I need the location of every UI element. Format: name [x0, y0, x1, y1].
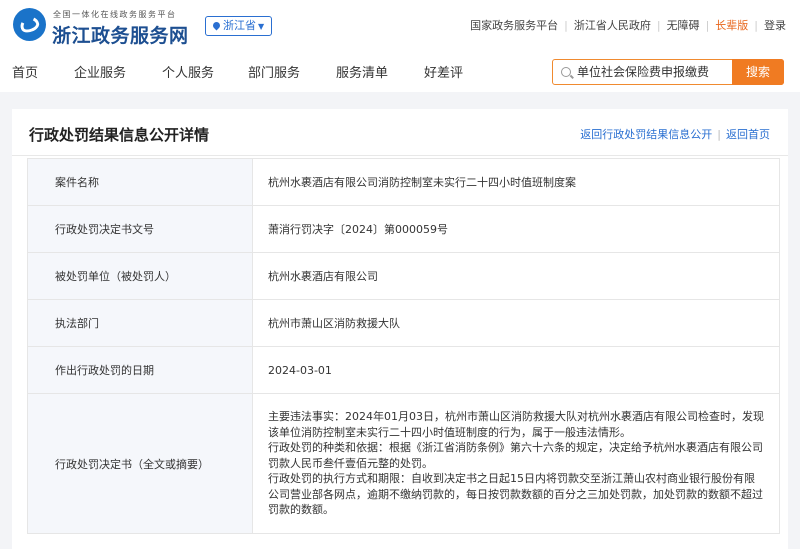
nav-home[interactable]: 首页 [12, 62, 38, 81]
table-row: 执法部门 杭州市萧山区消防救援大队 [27, 299, 780, 347]
field-value: 主要违法事实：2024年01月03日，杭州市萧山区消防救援大队对杭州水裹酒店有限… [252, 393, 780, 534]
search-button[interactable]: 搜索 [732, 59, 784, 85]
region-selector[interactable]: 浙江省 ▼ [205, 16, 273, 36]
search-icon [561, 67, 571, 77]
link-provincial-government[interactable]: 浙江省人民政府 [574, 17, 651, 33]
brand-title[interactable]: 浙江政务服务网 [52, 21, 189, 48]
field-value: 杭州水裹酒店有限公司消防控制室未实行二十四小时值班制度案 [252, 158, 780, 206]
field-value: 杭州市萧山区消防救援大队 [252, 299, 780, 347]
divider: | [717, 128, 721, 141]
table-row: 被处罚单位（被处罚人） 杭州水裹酒店有限公司 [27, 252, 780, 300]
link-national-platform[interactable]: 国家政务服务平台 [470, 17, 558, 33]
link-accessibility[interactable]: 无障碍 [667, 17, 700, 33]
nav-enterprise[interactable]: 企业服务 [74, 62, 126, 81]
search-box: 搜索 [552, 59, 784, 85]
table-row: 作出行政处罚的日期 2024-03-01 [27, 346, 780, 394]
field-label: 作出行政处罚的日期 [27, 346, 253, 394]
field-value: 2024-03-01 [252, 346, 780, 394]
nav-rating[interactable]: 好差评 [424, 62, 463, 81]
table-row: 行政处罚决定书文号 萧消行罚决字〔2024〕第000059号 [27, 205, 780, 253]
back-links: 返回行政处罚结果信息公开 | 返回首页 [580, 126, 770, 142]
execution-method: 行政处罚的执行方式和期限：自收到决定书之日起15日内将罚款交至浙江萧山农村商业银… [268, 472, 763, 517]
field-label: 被处罚单位（被处罚人） [27, 252, 253, 300]
brand-subtitle: 全国一体化在线政务服务平台 [53, 10, 177, 19]
table-row: 行政处罚决定书（全文或摘要） 主要违法事实：2024年01月03日，杭州市萧山区… [27, 393, 780, 534]
link-elder-mode[interactable]: 长辈版 [715, 17, 748, 33]
title-divider [12, 155, 788, 156]
divider: | [656, 19, 661, 32]
nav-departments[interactable]: 部门服务 [248, 62, 300, 81]
penalty-basis: 行政处罚的种类和依据：根据《浙江省消防条例》第六十六条的规定，决定给予杭州水裹酒… [268, 441, 763, 470]
detail-card: 行政处罚结果信息公开详情 返回行政处罚结果信息公开 | 返回首页 案件名称 杭州水裹… [12, 109, 788, 549]
field-label: 行政处罚决定书文号 [27, 205, 253, 253]
field-label: 行政处罚决定书（全文或摘要） [27, 393, 253, 534]
nav-personal[interactable]: 个人服务 [162, 62, 214, 81]
region-label: 浙江省 [223, 19, 256, 32]
violation-facts: 主要违法事实：2024年01月03日，杭州市萧山区消防救援大队对杭州水裹酒店有限… [268, 410, 764, 439]
site-logo-icon[interactable] [13, 8, 46, 41]
location-pin-icon [211, 20, 222, 31]
table-row: 案件名称 杭州水裹酒店有限公司消防控制室未实行二十四小时值班制度案 [27, 158, 780, 206]
nav-service-list[interactable]: 服务清单 [336, 62, 388, 81]
back-to-list-link[interactable]: 返回行政处罚结果信息公开 [580, 128, 712, 141]
caret-down-icon: ▼ [258, 22, 265, 31]
site-header: 全国一体化在线政务服务平台 浙江政务服务网 浙江省 ▼ 国家政务服务平台 | 浙江省人… [0, 0, 800, 92]
field-value: 萧消行罚决字〔2024〕第000059号 [252, 205, 780, 253]
divider: | [564, 19, 568, 32]
link-login[interactable]: 登录 [764, 17, 786, 33]
field-label: 执法部门 [27, 299, 253, 347]
page-title: 行政处罚结果信息公开详情 [29, 126, 210, 144]
search-input[interactable] [577, 63, 727, 81]
divider: | [754, 19, 758, 32]
top-links: 国家政务服务平台 | 浙江省人民政府 | 无障碍 | 长辈版 | 登录 [470, 17, 786, 33]
field-label: 案件名称 [27, 158, 253, 206]
back-to-home-link[interactable]: 返回首页 [726, 128, 770, 141]
detail-table: 案件名称 杭州水裹酒店有限公司消防控制室未实行二十四小时值班制度案 行政处罚决定… [27, 158, 780, 534]
divider: | [705, 19, 710, 32]
logo-swirl-icon [18, 14, 41, 35]
field-value: 杭州水裹酒店有限公司 [252, 252, 780, 300]
